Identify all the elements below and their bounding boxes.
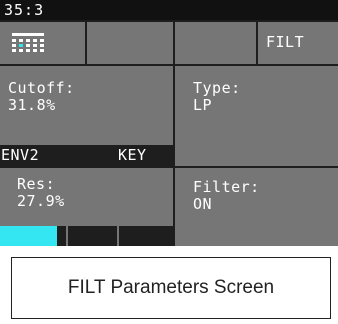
caption-box: FILT Parameters Screen [11, 257, 331, 319]
res-bar-divider [117, 226, 119, 246]
cutoff-param[interactable]: Cutoff: 31.8% [0, 66, 173, 145]
type-label: Type: [193, 79, 241, 97]
type-value: LP [193, 96, 213, 114]
res-level-bar[interactable] [0, 226, 173, 246]
filt-tab[interactable]: FILT [258, 22, 338, 64]
res-param[interactable]: Res: 27.9% [0, 168, 173, 226]
filter-value: ON [193, 195, 213, 213]
status-bar: 35:3 [0, 0, 338, 20]
filter-param[interactable]: Filter: ON [175, 168, 338, 246]
res-value: 27.9% [17, 192, 65, 210]
cutoff-label: Cutoff: [8, 79, 75, 97]
sequencer-grid-icon [12, 33, 44, 52]
type-param[interactable]: Type: LP [175, 66, 338, 166]
empty-slot-2[interactable] [175, 22, 256, 64]
empty-slot-1[interactable] [87, 22, 173, 64]
env2-source[interactable]: ENV2 [0, 145, 75, 166]
filter-label: Filter: [193, 178, 260, 196]
screen-caption: FILT Parameters Screen [67, 277, 275, 298]
key-source[interactable]: KEY [118, 145, 173, 166]
mod-source-bar: ENV2 KEY [0, 145, 173, 166]
res-level-fill [0, 226, 57, 246]
filt-tab-label: FILT [266, 33, 305, 51]
res-label: Res: [17, 175, 56, 193]
res-bar-divider [66, 226, 68, 246]
cutoff-value: 31.8% [8, 96, 56, 114]
grid-view-button[interactable] [0, 22, 85, 64]
device-screen: 35:3 FILT Cutoff: 31.8% ENV2 KEY Type: L… [0, 0, 338, 246]
